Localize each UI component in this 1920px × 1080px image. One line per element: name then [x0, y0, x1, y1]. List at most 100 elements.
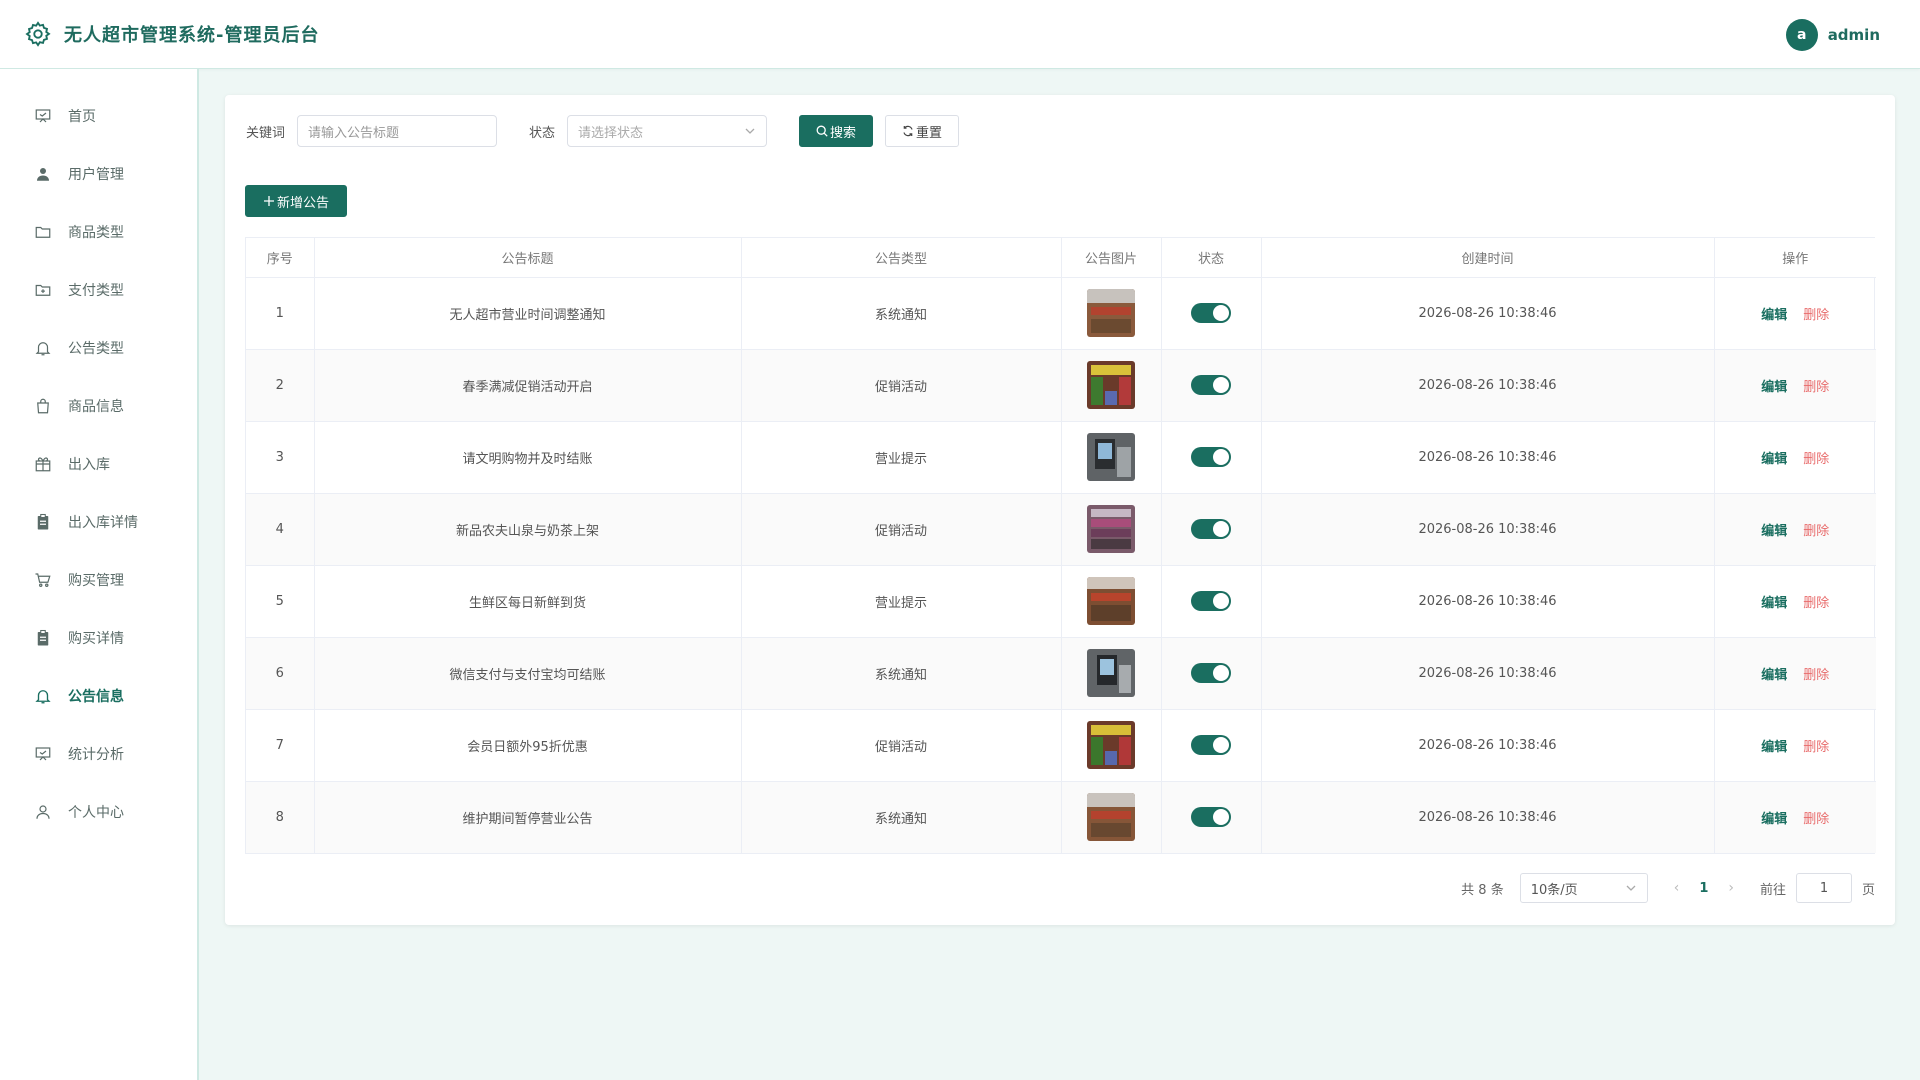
delete-link[interactable]: 删除 — [1803, 308, 1829, 323]
row-status-cell — [1161, 421, 1262, 494]
row-type: 促销活动 — [741, 709, 1062, 782]
row-index: 2 — [246, 349, 315, 422]
delete-link[interactable]: 删除 — [1803, 380, 1829, 395]
clipboard-icon — [37, 513, 49, 530]
notice-image[interactable] — [1087, 721, 1135, 769]
page-size-select[interactable]: 10条/页 — [1519, 873, 1648, 903]
row-status-cell — [1161, 493, 1262, 566]
sidebar-item-statistics[interactable]: 统计分析 — [0, 725, 197, 783]
edit-link[interactable]: 编辑 — [1761, 668, 1787, 683]
edit-link[interactable]: 编辑 — [1761, 452, 1787, 467]
sidebar-item-label: 商品类型 — [68, 225, 124, 241]
sidebar-item-stock-details[interactable]: 出入库详情 — [0, 493, 197, 551]
sidebar-item-product-types[interactable]: 商品类型 — [0, 203, 197, 261]
sidebar-item-label: 统计分析 — [68, 747, 124, 763]
column-header: 操作 — [1714, 238, 1876, 278]
reset-button[interactable]: 重置 — [885, 115, 960, 147]
sidebar-item-purchases[interactable]: 购买管理 — [0, 551, 197, 609]
status-select[interactable]: 请选择状态 — [567, 115, 768, 147]
top-header: 无人超市管理系统-管理员后台 a admin — [0, 0, 1920, 69]
sidebar-item-notice-types[interactable]: 公告类型 — [0, 319, 197, 377]
row-index: 6 — [246, 637, 315, 710]
page-suffix: 页 — [1861, 882, 1875, 898]
current-page[interactable]: 1 — [1699, 881, 1708, 896]
row-actions: 编辑 删除 — [1714, 277, 1876, 350]
status-toggle[interactable] — [1191, 591, 1231, 611]
row-type: 促销活动 — [741, 493, 1062, 566]
row-title: 请文明购物并及时结账 — [314, 421, 742, 494]
search-icon — [816, 125, 828, 137]
edit-link[interactable]: 编辑 — [1761, 740, 1787, 755]
sidebar-item-profile[interactable]: 个人中心 — [0, 783, 197, 841]
notice-image[interactable] — [1087, 433, 1135, 481]
row-index: 1 — [246, 277, 315, 350]
row-title: 维护期间暂停营业公告 — [314, 781, 742, 853]
row-image-cell — [1061, 709, 1162, 782]
delete-link[interactable]: 删除 — [1803, 524, 1829, 539]
next-page-icon[interactable]: › — [1728, 880, 1734, 896]
status-toggle[interactable] — [1191, 807, 1231, 828]
row-type: 营业提示 — [741, 421, 1062, 494]
column-header: 公告图片 — [1061, 238, 1162, 278]
sidebar-item-stock[interactable]: 出入库 — [0, 435, 197, 493]
folder-icon — [35, 226, 51, 238]
edit-link[interactable]: 编辑 — [1761, 524, 1787, 539]
row-actions: 编辑 删除 — [1714, 637, 1876, 710]
search-button[interactable]: 搜索 — [799, 115, 874, 147]
sidebar-item-purchase-details[interactable]: 购买详情 — [0, 609, 197, 667]
folder-add-icon — [35, 284, 51, 296]
status-toggle[interactable] — [1191, 375, 1231, 395]
table-row: 7 会员日额外95折优惠 促销活动 2026-08-26 10:38:46 编辑… — [246, 709, 1876, 782]
sidebar-item-notices[interactable]: 公告信息 — [0, 667, 197, 725]
row-title: 无人超市营业时间调整通知 — [314, 277, 742, 350]
filter-bar: 关键词 请输入公告标题 状态 请选择状态 搜索 重置 — [246, 115, 960, 147]
user-menu[interactable]: a admin — [1785, 19, 1880, 51]
delete-link[interactable]: 删除 — [1803, 812, 1829, 827]
avatar[interactable]: a — [1785, 19, 1818, 51]
clipboard-icon — [37, 629, 49, 646]
edit-link[interactable]: 编辑 — [1761, 812, 1787, 827]
sidebar-item-label: 公告信息 — [68, 689, 124, 705]
edit-link[interactable]: 编辑 — [1761, 596, 1787, 611]
username[interactable]: admin — [1828, 26, 1880, 44]
add-notice-button[interactable]: 新增公告 — [245, 185, 347, 217]
notice-image[interactable] — [1087, 289, 1135, 337]
goto-page-input[interactable]: 1 — [1795, 873, 1852, 903]
notice-panel: 关键词 请输入公告标题 状态 请选择状态 搜索 重置 新增公告 序号 公告标题 … — [225, 95, 1895, 925]
sidebar-item-products[interactable]: 商品信息 — [0, 377, 197, 435]
row-type: 系统通知 — [741, 277, 1062, 350]
status-toggle[interactable] — [1191, 447, 1231, 467]
notice-image[interactable] — [1087, 505, 1135, 553]
row-created: 2026-08-26 10:38:46 — [1261, 493, 1715, 566]
notice-image[interactable] — [1087, 361, 1135, 409]
sidebar-item-users[interactable]: 用户管理 — [0, 145, 197, 203]
sidebar-item-home[interactable]: 首页 — [0, 87, 197, 145]
delete-link[interactable]: 删除 — [1803, 668, 1829, 683]
delete-link[interactable]: 删除 — [1803, 596, 1829, 611]
total-count: 共 8 条 — [1461, 882, 1504, 898]
delete-link[interactable]: 删除 — [1803, 740, 1829, 755]
status-toggle[interactable] — [1191, 735, 1231, 755]
status-toggle[interactable] — [1191, 519, 1231, 539]
prev-page-icon[interactable]: ‹ — [1674, 880, 1680, 896]
notice-image[interactable] — [1087, 649, 1135, 697]
edit-link[interactable]: 编辑 — [1761, 308, 1787, 323]
table-row: 6 微信支付与支付宝均可结账 系统通知 2026-08-26 10:38:46 … — [246, 637, 1876, 710]
row-created: 2026-08-26 10:38:46 — [1261, 709, 1715, 782]
status-toggle[interactable] — [1191, 663, 1231, 683]
notice-image[interactable] — [1087, 577, 1135, 625]
row-title: 微信支付与支付宝均可结账 — [314, 637, 742, 710]
row-type: 系统通知 — [741, 637, 1062, 710]
row-actions: 编辑 删除 — [1714, 421, 1876, 494]
edit-link[interactable]: 编辑 — [1761, 380, 1787, 395]
delete-link[interactable]: 删除 — [1803, 452, 1829, 467]
keyword-input[interactable]: 请输入公告标题 — [297, 115, 498, 147]
column-header: 公告标题 — [314, 238, 742, 278]
goto-label: 前往 — [1759, 882, 1786, 898]
bell-icon — [35, 690, 51, 704]
status-toggle[interactable] — [1191, 303, 1231, 323]
sidebar-item-payment-types[interactable]: 支付类型 — [0, 261, 197, 319]
bell-icon — [35, 342, 51, 356]
notice-image[interactable] — [1087, 793, 1135, 842]
status-select-placeholder: 请选择状态 — [578, 125, 644, 141]
